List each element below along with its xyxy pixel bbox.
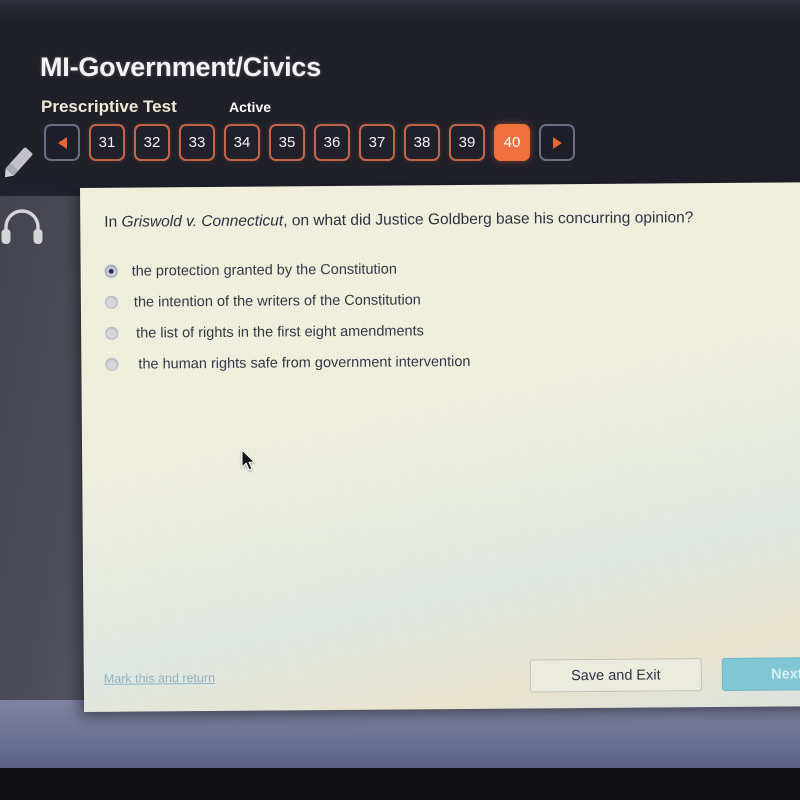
page-title: MI-Government/Civics [40,52,322,82]
question-card: In Griswold v. Connecticut, on what did … [80,182,800,712]
question-suffix: , on what did Justice Goldberg base his … [283,209,694,230]
monitor-bezel-bottom [0,768,800,800]
radio-button-2[interactable] [104,295,118,309]
pager-page-32[interactable]: 32 [134,124,170,161]
next-button[interactable]: Next [721,656,800,691]
pager-page-37[interactable]: 37 [359,124,395,161]
answer-option-3[interactable]: the list of rights in the first eight am… [105,313,725,349]
answer-option-1-label: the protection granted by the Constituti… [131,261,397,280]
headphones-icon[interactable] [0,205,46,254]
answer-options: the protection granted by the Constituti… [104,251,726,380]
pager-page-39[interactable]: 39 [449,124,485,161]
test-name-label: Prescriptive Test [41,97,177,116]
radio-button-4[interactable] [105,357,119,371]
question-pager: 31 32 33 34 35 36 37 38 39 40 [44,124,575,161]
question-prompt: In Griswold v. Connecticut, on what did … [104,207,794,233]
pager-prev-button[interactable] [44,124,80,161]
case-citation: Griswold v. Connecticut [121,212,284,231]
answer-option-3-label: the list of rights in the first eight am… [136,322,424,342]
save-and-exit-button[interactable]: Save and Exit [529,658,702,693]
pager-page-34[interactable]: 34 [224,124,260,161]
pager-page-33[interactable]: 33 [179,124,215,161]
pager-page-40-current[interactable]: 40 [494,124,530,161]
pager-page-36[interactable]: 36 [314,124,350,161]
answer-option-1[interactable]: the protection granted by the Constituti… [104,251,725,287]
radio-button-3[interactable] [105,326,119,340]
triangle-left-icon [57,136,67,149]
pencil-icon[interactable] [0,140,40,189]
radio-button-1[interactable] [104,264,118,278]
triangle-right-icon [552,136,562,149]
status-badge: Active [229,99,272,115]
pager-next-button[interactable] [539,124,575,161]
answer-option-4-label: the human rights safe from government in… [138,353,471,373]
screen-photo: MI-Government/Civics Prescriptive Test A… [0,0,800,800]
pager-page-35[interactable]: 35 [269,124,305,161]
question-prefix: In [104,213,122,231]
pager-page-31[interactable]: 31 [89,124,125,161]
answer-option-2[interactable]: the intention of the writers of the Cons… [104,282,725,318]
answer-option-2-label: the intention of the writers of the Cons… [133,291,421,311]
answer-option-4[interactable]: the human rights safe from government in… [105,344,725,380]
mark-this-and-return-link[interactable]: Mark this and return [104,671,215,686]
pager-page-38[interactable]: 38 [404,124,440,161]
